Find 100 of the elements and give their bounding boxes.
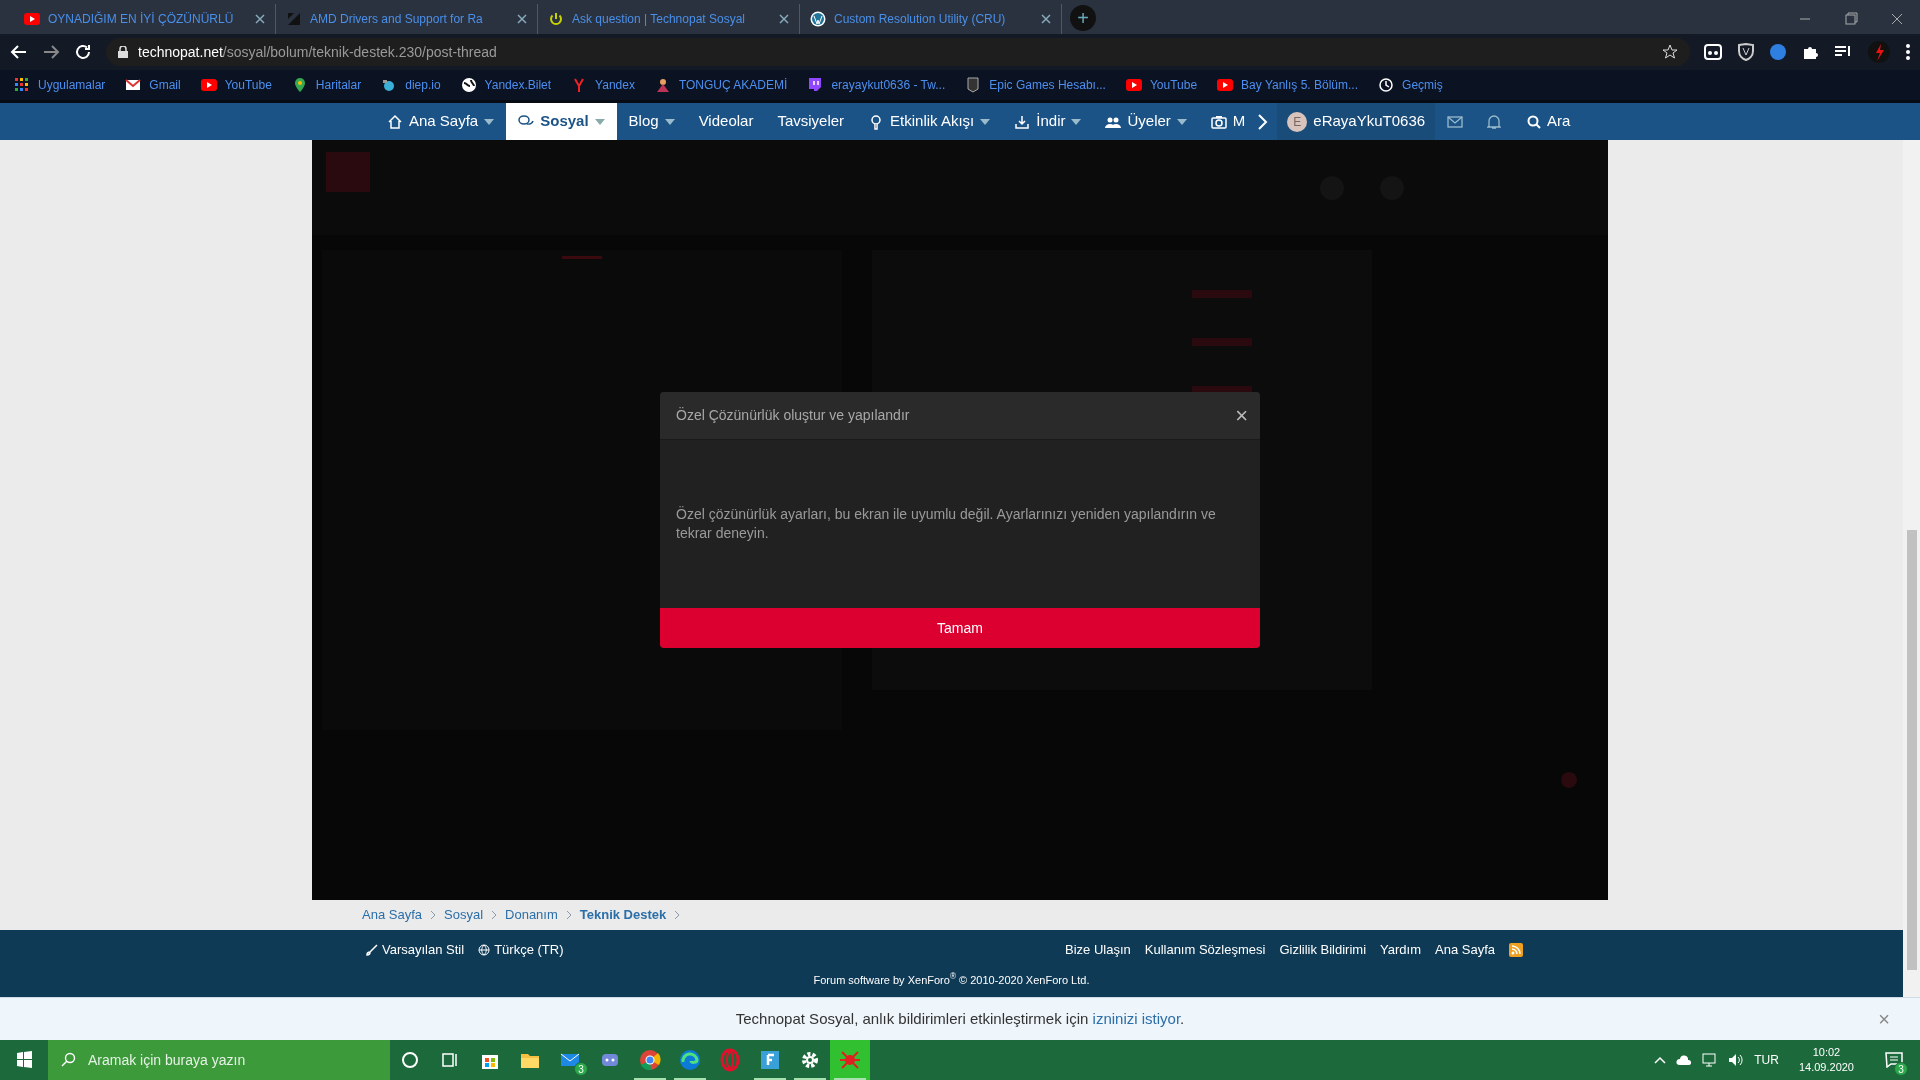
footer-link[interactable]: Ana Sayfa: [1435, 940, 1495, 960]
bookmark[interactable]: YouTube: [1125, 76, 1198, 94]
rss-icon[interactable]: [1509, 942, 1523, 957]
forward-icon[interactable]: [42, 43, 60, 61]
search-box[interactable]: Aramak için buraya yazın: [48, 1040, 390, 1080]
caret-icon: [594, 118, 605, 125]
avatar: E: [1287, 111, 1308, 132]
ok-button[interactable]: Tamam: [660, 608, 1260, 648]
taskbar-app[interactable]: 3: [550, 1040, 590, 1080]
nav-tab[interactable]: Tavsiyeler: [765, 103, 857, 140]
url-text[interactable]: technopat.net/sosyal/bolum/teknik-destek.230/post-thread: [138, 43, 497, 60]
mail-icon[interactable]: [1447, 115, 1464, 128]
nav-tab[interactable]: Ana Sayfa: [375, 103, 507, 140]
cloud-icon[interactable]: [1676, 1055, 1693, 1065]
close-button[interactable]: ×: [1878, 1004, 1890, 1034]
history-icon: [1378, 77, 1395, 93]
nav-tab[interactable]: İndir: [1002, 103, 1094, 140]
breadcrumb-link[interactable]: Sosyal: [444, 905, 484, 925]
copyright-text: Forum software by XenForo$^{®}$ © 2010-2020 XenForo Ltd.: [812, 971, 1091, 988]
youtube-icon: [1217, 77, 1234, 93]
extension-icon[interactable]: [1704, 44, 1722, 60]
star-icon[interactable]: [1662, 44, 1678, 60]
globe-icon: [460, 77, 477, 93]
user-menu[interactable]: E eRayaYkuT0636: [1277, 103, 1436, 140]
bookmark[interactable]: YouTube: [200, 76, 272, 94]
nav-tab[interactable]: Sosyal: [506, 103, 617, 140]
nav-tab[interactable]: M: [1198, 103, 1258, 140]
breadcrumb-link[interactable]: Teknik Destek: [579, 905, 667, 925]
shield-icon[interactable]: [1738, 43, 1754, 61]
chat-bubble-icon: [807, 77, 824, 93]
breadcrumb-link[interactable]: Donanım: [505, 905, 558, 925]
globe-icon[interactable]: [1770, 44, 1786, 60]
search-icon: [1527, 114, 1542, 129]
search-input[interactable]: Aramak için buraya yazın: [88, 1049, 378, 1071]
chevron-right-icon[interactable]: [1257, 113, 1270, 130]
caret-icon: [1176, 118, 1187, 125]
new-tab-button[interactable]: +: [1070, 5, 1096, 31]
bookmark[interactable]: Epic Games Hesabı...: [965, 76, 1106, 94]
bookmark[interactable]: Haritalar: [291, 76, 362, 94]
close-icon[interactable]: [1041, 14, 1051, 24]
time-text: 10:02: [1812, 1045, 1841, 1060]
reload-icon[interactable]: [74, 43, 92, 61]
nav-tab[interactable]: Üyeler: [1093, 103, 1199, 140]
bookmark[interactable]: Yandex.Bilet: [460, 76, 552, 94]
chevron-right-icon: [491, 910, 498, 920]
nav-tab[interactable]: Blog: [616, 103, 687, 140]
wordpress-icon: [810, 11, 826, 27]
footer-link[interactable]: Kullanım Sözleşmesi: [1144, 940, 1266, 960]
youtube-icon: [24, 11, 40, 27]
taskbar-app[interactable]: [830, 1040, 870, 1080]
caret-icon: [664, 118, 675, 125]
breadcrumb-link[interactable]: Ana Sayfa: [362, 905, 422, 925]
power-icon: [548, 11, 564, 27]
nav-tab[interactable]: Videolar: [686, 103, 766, 140]
bookmark[interactable]: Gmail: [125, 76, 181, 94]
search-icon: [60, 1052, 76, 1068]
address-bar[interactable]: technopat.net/sosyal/bolum/teknik-destek.230/post-thread: [106, 38, 1690, 66]
bookmark[interactable]: Uygulamalar: [14, 76, 106, 94]
footer-link[interactable]: Bize Ulaşın: [1065, 940, 1131, 960]
close-icon[interactable]: [517, 14, 527, 24]
footer-link[interactable]: Gizlilik Bildirimi: [1279, 940, 1367, 960]
close-icon[interactable]: [255, 14, 265, 24]
notification-center[interactable]: 3: [1874, 1040, 1914, 1080]
tab-title: Custom Resolution Utility (CRU): [834, 11, 1007, 28]
dialog-message: Özel çözünürlük ayarları, bu ekran ile uyumlu değil. Ayarlarınızı yeniden yapılandırın ve tekrar deneyin.: [676, 505, 1217, 543]
bookmark[interactable]: Bay Yanlış 5. Bölüm...: [1217, 76, 1359, 94]
lock-icon: [118, 46, 128, 58]
date-text: 14.09.2020: [1798, 1060, 1854, 1075]
profile-icon[interactable]: [1868, 41, 1890, 63]
playlist-icon[interactable]: [1834, 45, 1852, 59]
close-button[interactable]: ×: [1235, 404, 1248, 427]
back-icon[interactable]: [10, 43, 28, 61]
camera-icon: [1210, 113, 1227, 130]
mail-icon: [125, 77, 142, 93]
footer-link[interactable]: Türkçe (TR): [478, 940, 564, 960]
scrollbar[interactable]: [1903, 140, 1920, 997]
notice-message: Technopat Sosyal, anlık bildirimleri etkinleştirmek için izninizi istiyor.: [735, 1008, 1185, 1029]
network-icon[interactable]: [1702, 1053, 1719, 1067]
chevron-up-icon[interactable]: [1654, 1056, 1667, 1064]
bookmark[interactable]: TONGUÇ AKADEMİ: [654, 76, 788, 94]
menu-icon[interactable]: [1906, 44, 1910, 60]
search-button[interactable]: Ara: [1513, 103, 1585, 140]
footer-link[interactable]: Yardım: [1380, 940, 1421, 960]
footer-link[interactable]: Varsayılan Stil: [366, 940, 465, 960]
chevron-right-icon: [674, 910, 681, 920]
wave-icon: [678, 1048, 702, 1072]
close-icon[interactable]: [779, 14, 789, 24]
permission-link[interactable]: izninizi istiyor: [1092, 1009, 1181, 1027]
bookmark[interactable]: Geçmiş: [1378, 76, 1443, 94]
language-indicator[interactable]: TUR: [1754, 1051, 1779, 1069]
nav-tab[interactable]: Etkinlik Akışı: [856, 103, 1003, 140]
speaker-icon[interactable]: [1728, 1053, 1745, 1067]
bookmark[interactable]: Yandex: [571, 76, 635, 94]
clock[interactable]: 10:02 14.09.2020: [1788, 1045, 1864, 1075]
puzzle-icon[interactable]: [1802, 44, 1818, 60]
chrome-icon: [638, 1048, 662, 1072]
bell-icon[interactable]: [1487, 113, 1502, 130]
bookmark[interactable]: diep.io: [381, 76, 441, 94]
bookmark[interactable]: erayaykut0636 - Tw...: [807, 76, 946, 94]
running-indicator: [634, 1078, 666, 1080]
